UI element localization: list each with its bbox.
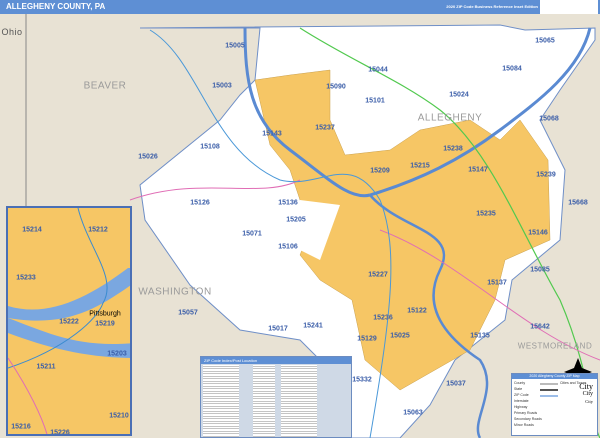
- legend-city-sample: City: [579, 382, 593, 391]
- zip-label: 15219: [95, 320, 115, 328]
- zip-label: 15222: [59, 318, 79, 326]
- publisher-logo: [540, 0, 598, 14]
- legend-swatch: [540, 383, 558, 385]
- zip-label: 15233: [16, 274, 36, 282]
- zip-label: 15239: [536, 171, 556, 179]
- zip-label: 15137: [487, 279, 507, 287]
- zip-label: 15205: [286, 216, 306, 224]
- legend-item: Highway: [514, 405, 528, 409]
- city-label-pittsburgh: Pittsburgh: [89, 310, 121, 318]
- legend-item: Primary Roads: [514, 411, 538, 415]
- legend-swatch: [540, 395, 558, 397]
- zip-label: 15235: [476, 210, 496, 218]
- zip-label: 15108: [200, 143, 220, 151]
- zip-label: 15037: [446, 380, 466, 388]
- zip-label: 15238: [443, 145, 463, 153]
- zip-label: 15129: [357, 335, 377, 343]
- index-column: [281, 365, 317, 437]
- zip-code-index-table: ZIP Code Index/Post Location: [200, 356, 352, 438]
- zip-label: 15210: [109, 412, 129, 420]
- legend-city-sample: City: [585, 399, 593, 404]
- zip-label: 15063: [403, 409, 423, 417]
- zip-label: 15226: [50, 429, 70, 436]
- zip-label: 15211: [36, 363, 56, 371]
- zip-label: 15146: [528, 229, 548, 237]
- zip-label: 15101: [365, 97, 385, 105]
- zip-label: 15003: [212, 82, 232, 90]
- zip-label: 15057: [178, 309, 198, 317]
- zip-label: 15065: [535, 37, 555, 45]
- zip-label: 15136: [278, 199, 298, 207]
- zip-label: 15122: [407, 307, 427, 315]
- zip-label: 15044: [368, 66, 388, 74]
- zip-label: 15026: [138, 153, 158, 161]
- map-legend: 2020 Allegheny County ZIP Map County Sta…: [511, 373, 598, 436]
- zip-label: 15090: [326, 83, 346, 91]
- zip-label: 15227: [368, 271, 388, 279]
- legend-item: State: [514, 387, 523, 391]
- index-title: ZIP Code Index/Post Location: [201, 357, 351, 364]
- index-column: [253, 365, 275, 437]
- pittsburgh-inset-map[interactable]: 15214 15212 15233 15222 Pittsburgh 15219…: [6, 206, 132, 436]
- zip-label: 15085: [530, 266, 550, 274]
- zip-label: 15147: [468, 166, 488, 174]
- zip-label: 15024: [449, 91, 469, 99]
- zip-label: 15237: [315, 124, 335, 132]
- zip-label: 15017: [268, 325, 288, 333]
- zip-label: 15084: [502, 65, 522, 73]
- zip-label: 15241: [303, 322, 323, 330]
- region-label: WESTMORELAND: [517, 341, 593, 351]
- zip-label: 15668: [568, 199, 588, 207]
- legend-swatch: [540, 389, 558, 391]
- map-title: ALLEGHENY COUNTY, PA: [6, 2, 106, 11]
- zip-label: 15642: [530, 323, 550, 331]
- legend-title: 2020 Allegheny County ZIP Map: [512, 374, 597, 379]
- legend-item: ZIP Code: [514, 393, 529, 397]
- zip-label: 15068: [539, 115, 559, 123]
- zip-label: 15212: [88, 226, 108, 234]
- zip-label: 15135: [470, 332, 490, 340]
- legend-item: County: [514, 381, 526, 385]
- legend-item: Interstate: [514, 399, 529, 403]
- zip-label: 15025: [390, 332, 410, 340]
- map-subtitle: 2020 ZIP Code Business Reference Inset E…: [446, 4, 538, 9]
- zip-label: 15106: [278, 243, 298, 251]
- region-label: Ohio: [1, 27, 23, 37]
- zip-label: 15236: [373, 314, 393, 322]
- zip-label: 15332: [352, 376, 372, 384]
- region-label: BEAVER: [83, 80, 127, 92]
- zip-label: 15214: [22, 226, 42, 234]
- zip-label: 15215: [410, 162, 430, 170]
- title-bar: ALLEGHENY COUNTY, PA 2020 ZIP Code Busin…: [0, 0, 600, 14]
- region-label: WASHINGTON: [138, 286, 212, 298]
- zip-label: 15071: [242, 230, 262, 238]
- zip-label: 15216: [11, 423, 31, 431]
- zip-label: 15209: [370, 167, 390, 175]
- zip-label: 15005: [225, 42, 245, 50]
- zip-label: 15126: [190, 199, 210, 207]
- legend-item: Secondary Roads: [514, 417, 542, 421]
- legend-city-sample: City: [582, 391, 593, 397]
- zip-label: 15143: [262, 130, 282, 138]
- zip-label: 15203: [107, 350, 127, 358]
- index-column: [203, 365, 239, 437]
- region-label: ALLEGHENY: [417, 112, 483, 124]
- legend-item: Minor Roads: [514, 423, 534, 427]
